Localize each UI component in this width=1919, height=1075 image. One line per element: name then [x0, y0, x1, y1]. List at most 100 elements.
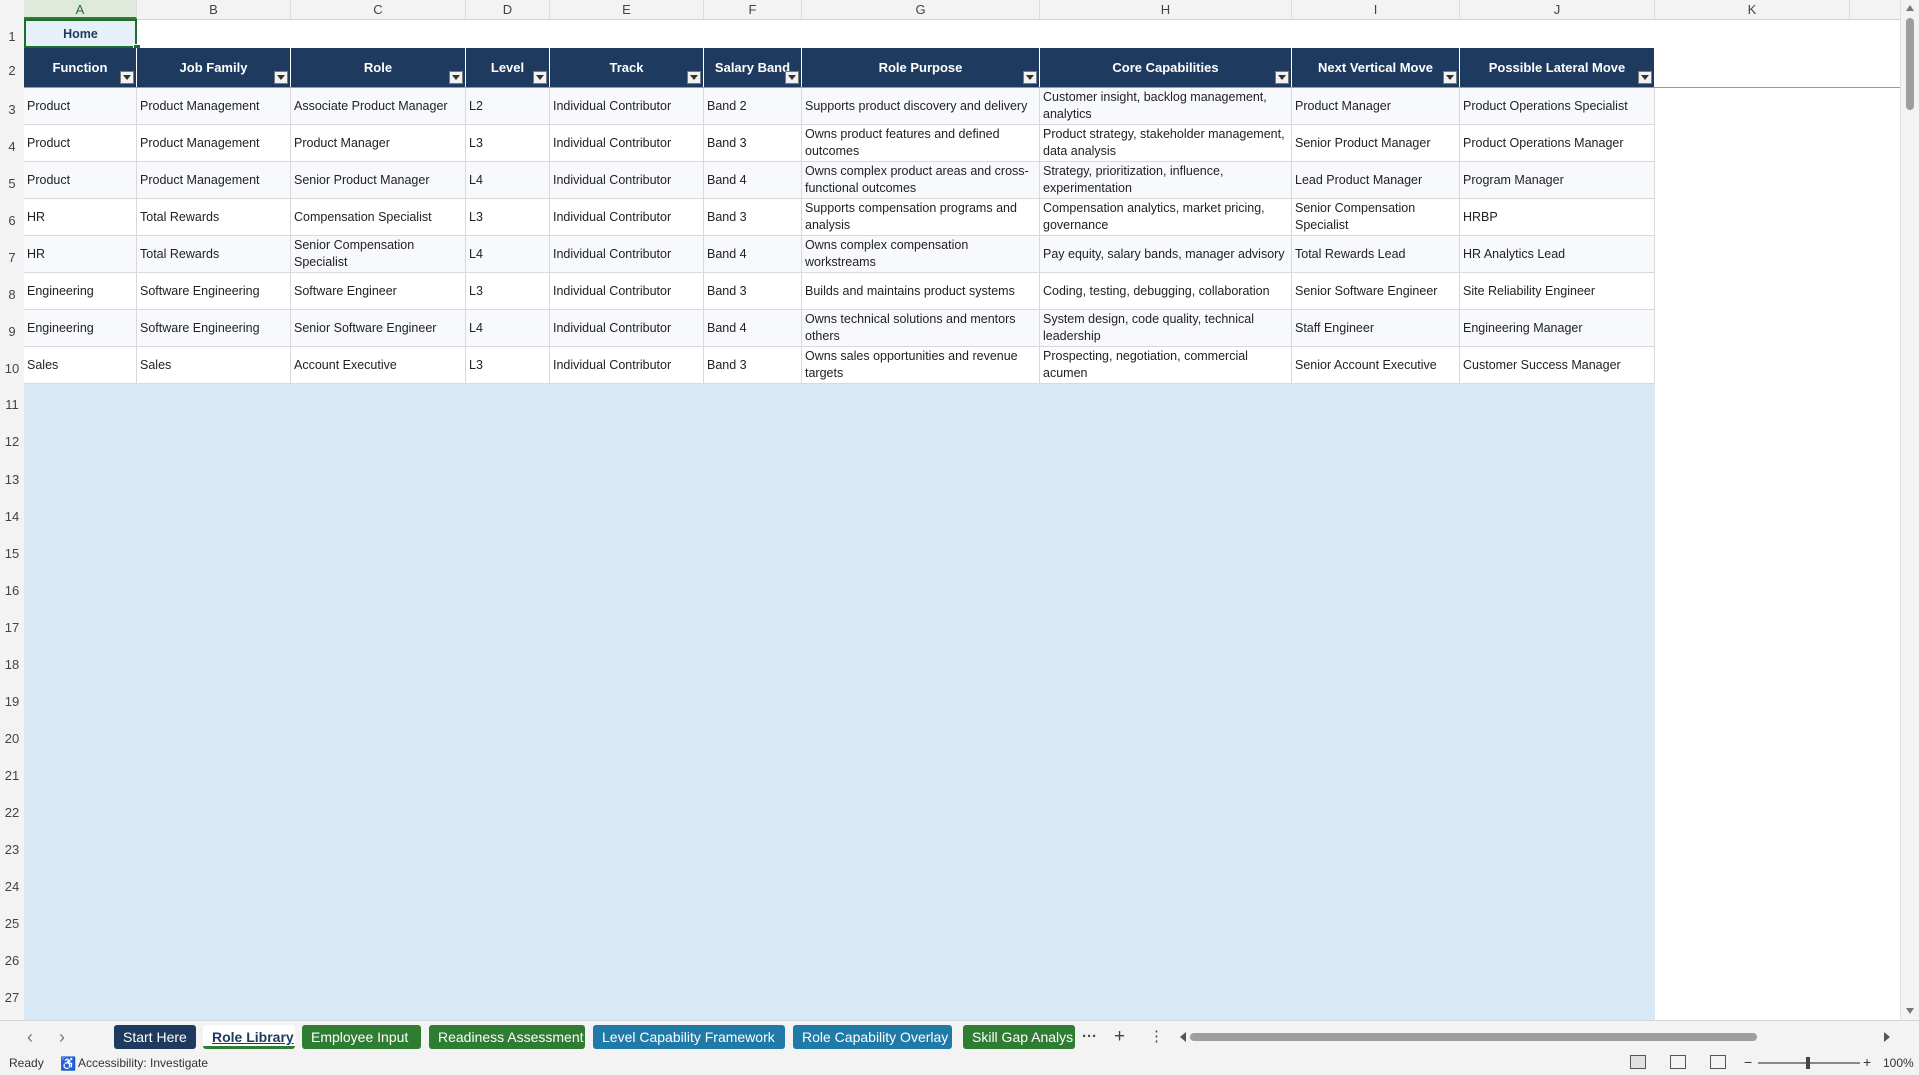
row-header-21[interactable]: 21 — [0, 754, 24, 791]
column-header-b[interactable]: B — [137, 0, 291, 19]
row-header-19[interactable]: 19 — [0, 680, 24, 717]
row-header-7[interactable]: 7 — [0, 236, 24, 273]
table-cell[interactable]: Individual Contributor — [550, 236, 704, 273]
tab-scroll-left-icon[interactable]: ‹ — [20, 1027, 40, 1047]
column-header-k[interactable]: K — [1655, 0, 1850, 19]
table-cell[interactable]: Senior Product Manager — [291, 162, 466, 199]
table-cell[interactable]: Senior Product Manager — [1292, 125, 1460, 162]
row-header-5[interactable]: 5 — [0, 162, 24, 199]
table-cell[interactable]: Senior Compensation Specialist — [291, 236, 466, 273]
table-cell[interactable]: Owns product features and defined outcom… — [802, 125, 1040, 162]
more-tabs-icon[interactable]: ··· — [1082, 1026, 1097, 1048]
row-header-6[interactable]: 6 — [0, 199, 24, 236]
row-header-15[interactable]: 15 — [0, 532, 24, 569]
table-cell[interactable]: Owns complex compensation workstreams — [802, 236, 1040, 273]
table-cell[interactable]: Program Manager — [1460, 162, 1655, 199]
row-header-1[interactable]: 1 — [0, 19, 24, 48]
table-cell[interactable]: Engineering — [24, 273, 137, 310]
column-header-c[interactable]: C — [291, 0, 466, 19]
sheet-options-icon[interactable]: ⋮ — [1149, 1026, 1164, 1048]
row-header-3[interactable]: 3 — [0, 88, 24, 125]
row-header-17[interactable]: 17 — [0, 606, 24, 643]
table-cell[interactable]: Owns complex product areas and cross-fun… — [802, 162, 1040, 199]
table-cell[interactable]: Product — [24, 88, 137, 125]
table-cell[interactable]: Band 3 — [704, 273, 802, 310]
row-header-16[interactable]: 16 — [0, 569, 24, 606]
row-header-26[interactable]: 26 — [0, 939, 24, 976]
vertical-scrollbar[interactable] — [1900, 0, 1919, 1020]
vertical-scroll-thumb[interactable] — [1906, 18, 1914, 110]
table-cell[interactable]: Product — [24, 162, 137, 199]
table-cell[interactable]: Product strategy, stakeholder management… — [1040, 125, 1292, 162]
column-header-i[interactable]: I — [1292, 0, 1460, 19]
row-header-2[interactable]: 2 — [0, 48, 24, 88]
table-cell[interactable]: Band 4 — [704, 310, 802, 347]
table-cell[interactable]: L4 — [466, 236, 550, 273]
horizontal-scroll-thumb[interactable] — [1190, 1033, 1757, 1041]
table-cell[interactable]: Product Manager — [1292, 88, 1460, 125]
table-cell[interactable]: Site Reliability Engineer — [1460, 273, 1655, 310]
row-header-11[interactable]: 11 — [0, 383, 24, 420]
filter-dropdown-icon[interactable] — [449, 71, 463, 84]
column-header-j[interactable]: J — [1460, 0, 1655, 19]
table-cell[interactable]: Staff Engineer — [1292, 310, 1460, 347]
table-cell[interactable]: Band 3 — [704, 199, 802, 236]
normal-view-icon[interactable] — [1630, 1055, 1646, 1069]
table-cell[interactable]: Builds and maintains product systems — [802, 273, 1040, 310]
scroll-right-icon[interactable] — [1884, 1032, 1890, 1042]
table-cell[interactable]: Individual Contributor — [550, 199, 704, 236]
zoom-out-button[interactable]: − — [1744, 1054, 1752, 1070]
filter-dropdown-icon[interactable] — [533, 71, 547, 84]
table-cell[interactable]: L4 — [466, 310, 550, 347]
table-cell[interactable]: Product Management — [137, 162, 291, 199]
filter-dropdown-icon[interactable] — [1275, 71, 1289, 84]
table-cell[interactable]: Product — [24, 125, 137, 162]
table-cell[interactable]: Owns technical solutions and mentors oth… — [802, 310, 1040, 347]
page-break-view-icon[interactable] — [1710, 1055, 1726, 1069]
table-cell[interactable]: Band 4 — [704, 162, 802, 199]
table-cell[interactable]: L3 — [466, 125, 550, 162]
table-cell[interactable]: Senior Compensation Specialist — [1292, 199, 1460, 236]
row-header-22[interactable]: 22 — [0, 791, 24, 828]
table-cell[interactable]: L3 — [466, 273, 550, 310]
sheet-tab-level-capability-framework[interactable]: Level Capability Framework — [593, 1025, 785, 1049]
sheet-tab-start-here[interactable]: Start Here — [114, 1025, 196, 1049]
zoom-slider-knob[interactable] — [1806, 1057, 1810, 1069]
row-header-14[interactable]: 14 — [0, 495, 24, 532]
table-cell[interactable]: Senior Software Engineer — [291, 310, 466, 347]
filter-dropdown-icon[interactable] — [120, 71, 134, 84]
table-cell[interactable]: Total Rewards — [137, 199, 291, 236]
row-header-8[interactable]: 8 — [0, 273, 24, 310]
table-cell[interactable]: Senior Software Engineer — [1292, 273, 1460, 310]
table-cell[interactable]: HR Analytics Lead — [1460, 236, 1655, 273]
column-header-h[interactable]: H — [1040, 0, 1292, 19]
table-cell[interactable]: Software Engineering — [137, 273, 291, 310]
table-cell[interactable]: Individual Contributor — [550, 310, 704, 347]
table-cell[interactable]: Band 3 — [704, 125, 802, 162]
spreadsheet-grid[interactable]: ABCDEFGHIJK 1 2 3 4 5 6 7 8 9 10 11 12 13 14 15 16 17 18 1… — [0, 0, 1900, 1020]
filter-dropdown-icon[interactable] — [687, 71, 701, 84]
table-cell[interactable]: Software Engineering — [137, 310, 291, 347]
filter-dropdown-icon[interactable] — [1023, 71, 1037, 84]
row-header-24[interactable]: 24 — [0, 865, 24, 902]
row-header-12[interactable]: 12 — [0, 420, 24, 457]
table-cell[interactable]: Product Management — [137, 125, 291, 162]
page-layout-view-icon[interactable] — [1670, 1055, 1686, 1069]
column-header-e[interactable]: E — [550, 0, 704, 19]
table-cell[interactable]: Band 3 — [704, 347, 802, 384]
table-cell[interactable]: Prospecting, negotiation, commercial acu… — [1040, 347, 1292, 384]
filter-dropdown-icon[interactable] — [785, 71, 799, 84]
table-cell[interactable]: Individual Contributor — [550, 273, 704, 310]
table-cell[interactable]: Compensation Specialist — [291, 199, 466, 236]
accessibility-status[interactable]: Accessibility: Investigate — [78, 1056, 208, 1070]
table-cell[interactable]: Account Executive — [291, 347, 466, 384]
filter-dropdown-icon[interactable] — [1443, 71, 1457, 84]
table-cell[interactable]: HR — [24, 199, 137, 236]
table-cell[interactable]: Pay equity, salary bands, manager adviso… — [1040, 236, 1292, 273]
table-cell[interactable]: Lead Product Manager — [1292, 162, 1460, 199]
table-cell[interactable]: Customer insight, backlog management, an… — [1040, 88, 1292, 125]
home-link-cell[interactable]: Home — [24, 19, 137, 48]
table-cell[interactable]: Product Operations Specialist — [1460, 88, 1655, 125]
table-cell[interactable]: Coding, testing, debugging, collaboratio… — [1040, 273, 1292, 310]
zoom-slider[interactable] — [1758, 1057, 1860, 1069]
